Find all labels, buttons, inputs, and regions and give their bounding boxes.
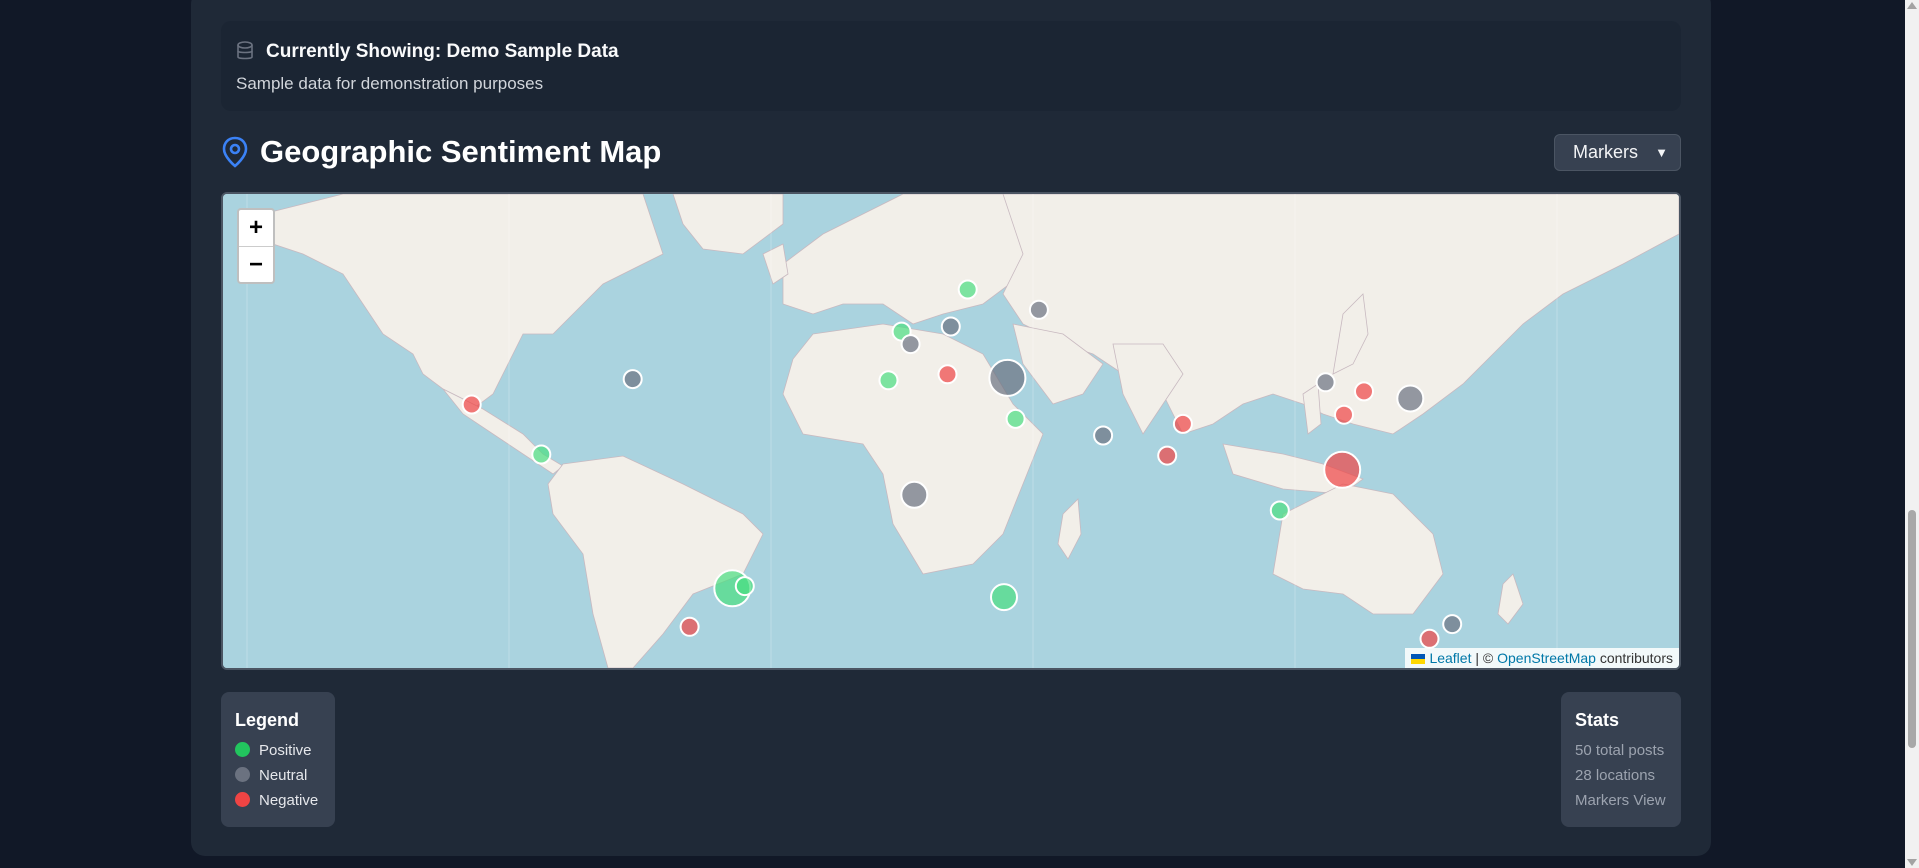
map-marker-neutral[interactable] [1093, 425, 1114, 446]
map-title: Geographic Sentiment Map [260, 134, 662, 169]
scrollbar-thumb[interactable] [1908, 510, 1916, 748]
map-marker-negative[interactable] [937, 364, 958, 385]
map-marker-positive[interactable] [531, 444, 552, 465]
map-marker-positive[interactable] [1005, 408, 1026, 429]
scroll-down-arrow-icon[interactable] [1907, 859, 1917, 866]
map-marker-negative[interactable] [1419, 628, 1440, 649]
stat-view: Markers View [1575, 792, 1666, 809]
negative-dot-icon [235, 792, 250, 807]
map-pin-icon [222, 136, 248, 168]
legend-item-neutral: Neutral [235, 767, 307, 784]
zoom-out-button[interactable]: − [239, 247, 273, 283]
zoom-in-button[interactable]: + [239, 210, 273, 247]
data-source-description: Sample data for demonstration purposes [236, 74, 544, 93]
map-marker-positive[interactable] [734, 576, 755, 597]
view-mode-selected: Markers [1573, 142, 1639, 162]
map-marker-positive[interactable] [878, 370, 899, 391]
map-marker-negative[interactable] [461, 394, 482, 415]
leaflet-link[interactable]: Leaflet [1429, 650, 1471, 666]
map-marker-negative[interactable] [1323, 450, 1362, 489]
map-marker-neutral[interactable] [622, 369, 643, 390]
legend-item-negative: Negative [235, 792, 318, 809]
marker-layer [461, 279, 1463, 649]
map-marker-neutral[interactable] [1315, 372, 1336, 393]
zoom-control: + − [237, 208, 275, 284]
map-marker-negative[interactable] [1334, 404, 1354, 425]
stat-locations: 28 locations [1575, 767, 1656, 784]
stats-title: Stats [1575, 710, 1620, 730]
sentiment-map[interactable]: + − Leaflet | © OpenStreetMap contributo… [221, 192, 1681, 670]
openstreetmap-link[interactable]: OpenStreetMap [1497, 650, 1596, 666]
scroll-up-arrow-icon[interactable] [1907, 2, 1917, 9]
map-marker-negative[interactable] [1354, 381, 1374, 402]
chevron-down-icon: ▼ [1655, 145, 1668, 160]
map-marker-negative[interactable] [679, 616, 700, 637]
stat-total-posts: 50 total posts [1575, 742, 1665, 759]
map-marker-positive[interactable] [957, 279, 978, 300]
positive-dot-icon [235, 742, 250, 757]
map-marker-neutral[interactable] [940, 316, 961, 337]
map-marker-neutral[interactable] [900, 480, 929, 509]
data-source-title: Currently Showing: Demo Sample Data [266, 41, 619, 62]
database-icon [237, 41, 253, 60]
map-marker-positive[interactable] [990, 583, 1018, 612]
attribution-separator: | © [1471, 650, 1498, 666]
data-source-card: Currently Showing: Demo Sample Data Samp… [221, 21, 1681, 111]
map-marker-negative[interactable] [1172, 413, 1193, 434]
map-marker-neutral[interactable] [1396, 384, 1425, 413]
map-marker-positive[interactable] [1269, 500, 1290, 521]
stats-card: Stats 50 total posts 28 locations Marker… [1561, 692, 1681, 827]
page-scrollbar[interactable] [1905, 0, 1919, 868]
legend-title: Legend [235, 710, 300, 730]
map-marker-neutral[interactable] [1442, 614, 1463, 635]
legend-label-neutral: Neutral [259, 767, 308, 784]
map-attribution: Leaflet | © OpenStreetMap contributors [1405, 648, 1679, 668]
legend-card: Legend Positive Neutral Negative [221, 692, 335, 827]
ukraine-flag-icon [1411, 654, 1426, 665]
legend-label-negative: Negative [259, 792, 319, 809]
legend-item-positive: Positive [235, 742, 312, 759]
map-marker-negative[interactable] [1157, 445, 1178, 466]
map-marker-neutral[interactable] [900, 334, 921, 355]
view-mode-select[interactable]: Markers ▼ [1554, 134, 1681, 171]
map-marker-neutral[interactable] [1028, 299, 1049, 320]
legend-label-positive: Positive [259, 742, 312, 759]
map-marker-neutral[interactable] [988, 358, 1027, 397]
neutral-dot-icon [235, 767, 250, 782]
attribution-suffix: contributors [1595, 650, 1673, 666]
